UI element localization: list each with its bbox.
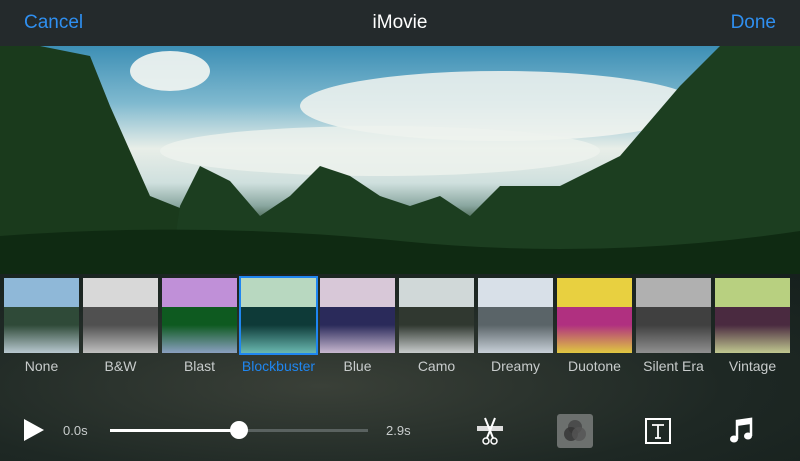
top-bar: Cancel iMovie Done (0, 0, 800, 46)
filter-thumbnail[interactable] (478, 278, 553, 353)
filter-labels: None B&W Blast Blockbuster Blue Camo Dreamy Duo… (4, 358, 790, 374)
scissors-icon (477, 417, 503, 445)
thumb-land (162, 306, 237, 325)
text-icon (645, 418, 671, 444)
filter-thumbnail[interactable] (636, 278, 711, 353)
thumb-water (162, 324, 237, 353)
filter-label[interactable]: Blue (320, 358, 395, 374)
thumb-land (83, 306, 158, 325)
filters-icon (564, 420, 586, 441)
scrubber-knob[interactable] (230, 421, 248, 439)
filter-thumbnail[interactable] (715, 278, 790, 353)
music-note-icon (730, 417, 753, 443)
thumb-water (399, 324, 474, 353)
thumb-sky (636, 278, 711, 307)
editor-panel: None B&W Blast Blockbuster Blue Camo Dreamy Duo… (0, 274, 800, 461)
thumb-land (557, 306, 632, 325)
filter-thumbnail[interactable] (83, 278, 158, 353)
filter-label[interactable]: Blockbuster (241, 358, 316, 374)
thumb-land (478, 306, 553, 325)
thumb-water (715, 324, 790, 353)
filter-label[interactable]: Vintage (715, 358, 790, 374)
playback-controls: 0.0s 2.9s (0, 414, 800, 454)
thumb-sky (320, 278, 395, 307)
filter-strip[interactable] (4, 276, 790, 355)
filter-label[interactable]: Silent Era (636, 358, 711, 374)
start-time: 0.0s (63, 423, 88, 438)
thumb-land (4, 306, 79, 325)
thumb-sky (4, 278, 79, 307)
filter-label[interactable]: B&W (83, 358, 158, 374)
filter-label[interactable]: Duotone (557, 358, 632, 374)
filter-label[interactable]: Blast (162, 358, 237, 374)
filter-thumbnail[interactable] (399, 278, 474, 353)
thumb-water (241, 324, 316, 353)
filter-thumbnail[interactable] (557, 278, 632, 353)
filter-label[interactable]: Camo (399, 358, 474, 374)
filters-button[interactable] (557, 414, 593, 448)
filter-thumbnail[interactable] (320, 278, 395, 353)
thumb-sky (83, 278, 158, 307)
thumb-land (636, 306, 711, 325)
filter-label[interactable]: None (4, 358, 79, 374)
trim-button[interactable] (472, 414, 508, 448)
thumb-sky (162, 278, 237, 307)
thumb-sky (241, 278, 316, 307)
thumb-land (320, 306, 395, 325)
scrubber-fill (110, 429, 239, 432)
filter-thumbnail[interactable] (162, 278, 237, 353)
thumb-water (478, 324, 553, 353)
scrubber[interactable] (110, 421, 368, 439)
thumb-land (241, 306, 316, 325)
thumb-water (636, 324, 711, 353)
thumb-sky (557, 278, 632, 307)
end-time: 2.9s (386, 423, 411, 438)
filter-thumbnail[interactable] (239, 276, 318, 355)
thumb-sky (715, 278, 790, 307)
thumb-land (715, 306, 790, 325)
titles-button[interactable] (640, 414, 676, 448)
filter-thumbnail[interactable] (4, 278, 79, 353)
thumb-sky (478, 278, 553, 307)
filter-label[interactable]: Dreamy (478, 358, 553, 374)
thumb-water (320, 324, 395, 353)
thumb-land (399, 306, 474, 325)
thumb-water (83, 324, 158, 353)
thumb-water (557, 324, 632, 353)
audio-button[interactable] (724, 414, 760, 448)
video-preview (0, 46, 800, 274)
done-button[interactable]: Done (731, 12, 776, 34)
thumb-water (4, 324, 79, 353)
thumb-sky (399, 278, 474, 307)
play-button[interactable] (24, 419, 44, 441)
app-title: iMovie (372, 12, 428, 33)
